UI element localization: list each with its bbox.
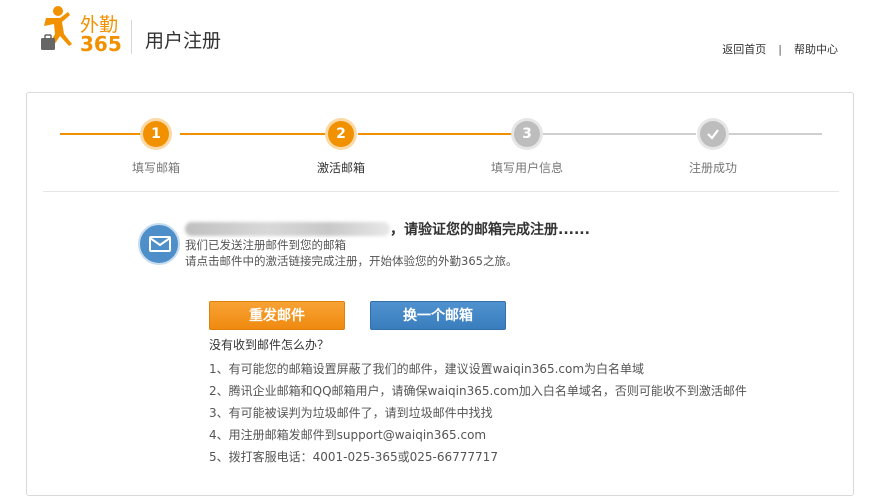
step-line-2 xyxy=(180,133,328,135)
help-item: 5、拨打客服电话：4001-025-365或025-66777717 xyxy=(209,450,498,464)
page-title: 用户注册 xyxy=(145,30,222,52)
redacted-email xyxy=(185,222,390,236)
logo-figure-icon xyxy=(41,6,72,50)
help-item: 3、有可能被误判为垃圾邮件了，请到垃圾邮件中找找 xyxy=(209,406,493,420)
page-header: 外勤 365 用户注册 返回首页 | 帮助中心 xyxy=(0,0,890,80)
step-line-5 xyxy=(726,133,822,135)
header-divider xyxy=(131,20,132,54)
notice-line-2: 请点击邮件中的激活链接完成注册，开始体验您的外勤365之旅。 xyxy=(185,254,518,268)
link-separator: | xyxy=(778,43,782,56)
help-item: 1、有可能您的邮箱设置屏蔽了我们的邮件，建议设置waiqin365.com为白名… xyxy=(209,362,645,376)
steps-divider xyxy=(43,191,839,192)
step-1-circle: 1 xyxy=(143,121,169,147)
check-icon xyxy=(707,129,719,140)
step-line-4 xyxy=(540,133,696,135)
step-line-3 xyxy=(358,133,514,135)
step-3-label: 填写用户信息 xyxy=(490,161,563,175)
step-3-circle: 3 xyxy=(514,121,540,147)
resend-email-button[interactable]: 重发邮件 xyxy=(209,301,345,330)
notice-title-text: ，请验证您的邮箱完成注册...... xyxy=(390,222,590,238)
notice-line-1: 我们已发送注册邮件到您的邮箱 xyxy=(185,238,346,252)
help-item: 4、用注册邮箱发邮件到support@waiqin365.com xyxy=(209,428,487,442)
notice-title: ，请验证您的邮箱完成注册...... xyxy=(185,219,590,239)
step-2-label: 激活邮箱 xyxy=(316,161,365,175)
home-link[interactable]: 返回首页 xyxy=(722,43,766,56)
mail-icon xyxy=(138,223,180,265)
step-2-circle: 2 xyxy=(328,121,354,147)
help-center-link[interactable]: 帮助中心 xyxy=(794,43,838,56)
step-4-label: 注册成功 xyxy=(688,161,737,175)
step-1-label: 填写邮箱 xyxy=(131,161,180,175)
step-4-circle xyxy=(700,121,726,147)
logo-number: 365 xyxy=(80,32,122,56)
help-title: 没有收到邮件怎么办？ xyxy=(209,338,330,352)
change-email-button[interactable]: 换一个邮箱 xyxy=(370,301,506,330)
help-item: 2、腾讯企业邮箱和QQ邮箱用户，请确保waiqin365.com加入白名单域名，… xyxy=(209,384,747,398)
top-links: 返回首页 | 帮助中心 xyxy=(722,41,838,57)
registration-panel: 1 2 3 填写邮箱 激活邮箱 填写用户信息 注册成功 ，请验证您的邮箱完成注册… xyxy=(26,92,854,496)
step-progress: 1 2 3 填写邮箱 激活邮箱 填写用户信息 注册成功 xyxy=(27,93,855,191)
logo[interactable]: 外勤 365 xyxy=(38,4,122,56)
